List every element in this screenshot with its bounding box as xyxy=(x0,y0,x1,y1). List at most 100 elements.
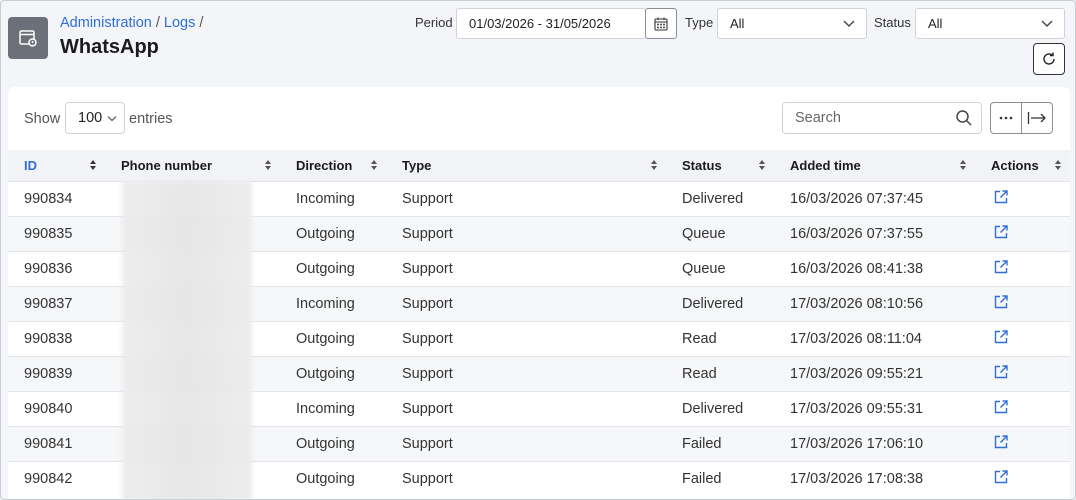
chevron-down-icon xyxy=(843,20,855,27)
cell-added-time: 17/03/2026 09:55:21 xyxy=(790,365,924,382)
column-header-phone[interactable]: Phone number xyxy=(105,150,280,181)
search-icon[interactable] xyxy=(955,109,973,127)
external-link-icon[interactable] xyxy=(993,329,1009,345)
cell-status: Queue xyxy=(682,260,726,277)
column-header-added-time-label: Added time xyxy=(790,157,861,173)
more-options-button[interactable] xyxy=(991,103,1022,133)
log-window-icon xyxy=(8,17,48,59)
status-select-value: All xyxy=(928,16,943,31)
external-link-icon[interactable] xyxy=(993,399,1009,415)
column-header-actions[interactable]: Actions xyxy=(975,150,1070,181)
column-header-id-label: ID xyxy=(24,157,37,173)
cell-status: Read xyxy=(682,330,717,347)
cell-type: Support xyxy=(402,260,453,277)
show-label: Show xyxy=(24,111,61,127)
cell-actions xyxy=(975,286,1070,321)
sort-icon xyxy=(371,160,377,170)
external-link-icon[interactable] xyxy=(993,364,1009,380)
cell-status: Queue xyxy=(682,225,726,242)
cell-type: Support xyxy=(402,435,453,452)
cell-direction: Outgoing xyxy=(296,225,355,242)
external-link-icon[interactable] xyxy=(993,434,1009,450)
external-link-icon[interactable] xyxy=(993,469,1009,485)
entries-value: 100 xyxy=(78,110,103,126)
cell-added-time: 17/03/2026 09:55:31 xyxy=(790,400,924,417)
type-label: Type xyxy=(685,15,714,30)
refresh-icon xyxy=(1043,52,1055,65)
page-title: WhatsApp xyxy=(60,36,159,58)
cell-added-time: 16/03/2026 08:41:38 xyxy=(790,260,924,277)
cell-actions xyxy=(975,216,1070,251)
status-select[interactable]: All xyxy=(915,8,1065,39)
column-header-actions-label: Actions xyxy=(991,157,1039,173)
breadcrumb-separator: / xyxy=(199,15,204,31)
entries-per-page-select[interactable]: 100 xyxy=(65,102,125,134)
cell-added-time: 17/03/2026 17:06:10 xyxy=(790,435,924,452)
sort-icon xyxy=(90,160,96,170)
period-input[interactable]: 01/03/2026 - 31/05/2026 xyxy=(456,8,646,39)
breadcrumb-separator: / xyxy=(155,15,160,31)
cell-type: Support xyxy=(402,400,453,417)
column-header-added-time[interactable]: Added time xyxy=(774,150,975,181)
type-select[interactable]: All xyxy=(717,8,867,39)
cell-type: Support xyxy=(402,365,453,382)
entries-label: entries xyxy=(129,111,173,127)
cell-id: 990841 xyxy=(24,435,73,452)
cell-actions xyxy=(975,391,1070,426)
cell-direction: Outgoing xyxy=(296,365,355,382)
cell-type: Support xyxy=(402,190,453,207)
column-header-type[interactable]: Type xyxy=(386,150,666,181)
cell-direction: Outgoing xyxy=(296,435,355,452)
column-header-type-label: Type xyxy=(402,157,432,173)
column-header-direction[interactable]: Direction xyxy=(280,150,386,181)
cell-added-time: 17/03/2026 08:11:04 xyxy=(790,330,922,347)
phone-redaction-blur xyxy=(122,181,252,499)
more-horizontal-icon xyxy=(999,116,1013,120)
cell-id: 990839 xyxy=(24,365,73,382)
column-header-status-label: Status xyxy=(682,157,722,173)
cell-status: Delivered xyxy=(682,295,744,312)
cell-added-time: 16/03/2026 07:37:45 xyxy=(790,190,924,207)
table-tools-group xyxy=(990,102,1053,134)
cell-id: 990835 xyxy=(24,225,73,242)
cell-direction: Incoming xyxy=(296,295,355,312)
chevron-down-icon xyxy=(107,116,117,122)
cell-direction: Incoming xyxy=(296,400,355,417)
calendar-button[interactable] xyxy=(645,8,677,39)
column-header-id[interactable]: ID xyxy=(8,150,105,181)
column-header-phone-label: Phone number xyxy=(121,157,213,173)
cell-status: Failed xyxy=(682,435,722,452)
external-link-icon[interactable] xyxy=(993,224,1009,240)
cell-id: 990834 xyxy=(24,190,73,207)
cell-status: Delivered xyxy=(682,190,744,207)
type-select-value: All xyxy=(730,16,745,31)
breadcrumb: Administration / Logs / xyxy=(60,15,207,31)
search-input[interactable] xyxy=(783,103,943,133)
cell-actions xyxy=(975,181,1070,216)
cell-id: 990838 xyxy=(24,330,73,347)
cell-id: 990837 xyxy=(24,295,73,312)
external-link-icon[interactable] xyxy=(993,189,1009,205)
cell-actions xyxy=(975,426,1070,461)
sort-icon xyxy=(265,160,271,170)
cell-actions xyxy=(975,356,1070,391)
calendar-icon xyxy=(654,17,668,31)
column-header-status[interactable]: Status xyxy=(666,150,774,181)
cell-direction: Outgoing xyxy=(296,470,355,487)
cell-type: Support xyxy=(402,225,453,242)
table-header-row: ID Phone number Direction Type Status Ad… xyxy=(8,150,1070,181)
external-link-icon[interactable] xyxy=(993,259,1009,275)
cell-type: Support xyxy=(402,470,453,487)
logs-card: Show 100 entries Search ID Phone number … xyxy=(8,87,1070,499)
cell-direction: Incoming xyxy=(296,190,355,207)
export-button[interactable] xyxy=(1022,103,1052,133)
sort-icon xyxy=(651,160,657,170)
breadcrumb-logs[interactable]: Logs xyxy=(164,15,195,31)
breadcrumb-administration[interactable]: Administration xyxy=(60,15,152,31)
search-box xyxy=(782,102,982,134)
cell-direction: Outgoing xyxy=(296,260,355,277)
cell-id: 990840 xyxy=(24,400,73,417)
external-link-icon[interactable] xyxy=(993,294,1009,310)
cell-actions xyxy=(975,321,1070,356)
refresh-button[interactable] xyxy=(1033,43,1065,75)
